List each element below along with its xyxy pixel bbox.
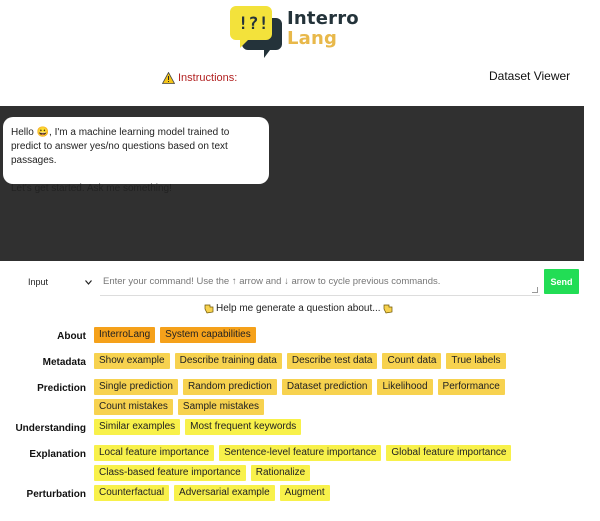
chip-count-data[interactable]: Count data: [382, 353, 442, 369]
chip-similar-examples[interactable]: Similar examples: [94, 419, 181, 435]
chat-window: Hello 😀, I'm a machine learning model tr…: [0, 106, 584, 261]
app-logo: !?! Interro Lang: [230, 4, 360, 60]
helper-text: Help me generate a question about...: [216, 303, 381, 314]
chip-adversarial-example[interactable]: Adversarial example: [174, 485, 275, 501]
bot-message: Hello 😀, I'm a machine learning model tr…: [3, 117, 269, 194]
warning-icon: [162, 72, 175, 84]
chip-sample-mistakes[interactable]: Sample mistakes: [177, 399, 265, 415]
logo-line-1: Interro: [287, 8, 359, 29]
chip-performance[interactable]: Performance: [437, 379, 505, 395]
chip-list: InterroLang System capabilities: [94, 327, 534, 343]
question-generator-link[interactable]: Help me generate a question about...: [204, 303, 393, 314]
mode-select-value: Input: [28, 277, 49, 287]
chip-augment[interactable]: Augment: [279, 485, 330, 501]
chip-list: Counterfactual Adversarial example Augme…: [94, 485, 534, 501]
category-label: Metadata: [42, 357, 86, 368]
logo-text: Interro Lang: [287, 10, 359, 48]
chip-rationalize[interactable]: Rationalize: [250, 465, 311, 481]
chip-true-labels[interactable]: True labels: [446, 353, 506, 369]
category-label: Perturbation: [26, 489, 86, 500]
send-button[interactable]: Send: [544, 269, 579, 294]
chip-list: Similar examples Most frequent keywords: [94, 419, 534, 435]
chip-sentence-level-feature-importance[interactable]: Sentence-level feature importance: [219, 445, 382, 461]
mode-select[interactable]: Input: [28, 275, 92, 289]
command-input-placeholder: Enter your command! Use the ↑ arrow and …: [103, 276, 441, 287]
category-label: Understanding: [15, 423, 86, 434]
chip-interrolang[interactable]: InterroLang: [94, 327, 156, 343]
chip-counterfactual[interactable]: Counterfactual: [94, 485, 170, 501]
chip-class-based-feature-importance[interactable]: Class-based feature importance: [94, 465, 246, 481]
logo-line-2: Lang: [287, 28, 338, 49]
chip-list: Local feature importance Sentence-level …: [94, 445, 534, 481]
chip-dataset-prediction[interactable]: Dataset prediction: [281, 379, 373, 395]
category-label: About: [57, 331, 86, 342]
chip-show-example[interactable]: Show example: [94, 353, 170, 369]
chip-most-frequent-keywords[interactable]: Most frequent keywords: [185, 419, 302, 435]
chip-random-prediction[interactable]: Random prediction: [182, 379, 277, 395]
chip-describe-test-data[interactable]: Describe test data: [286, 353, 378, 369]
chip-count-mistakes[interactable]: Count mistakes: [94, 399, 173, 415]
bot-message-line-1: Hello 😀, I'm a machine learning model tr…: [11, 127, 230, 166]
chip-likelihood[interactable]: Likelihood: [377, 379, 433, 395]
chip-local-feature-importance[interactable]: Local feature importance: [94, 445, 215, 461]
dataset-viewer-link[interactable]: Dataset Viewer: [489, 69, 570, 83]
chevron-down-icon: [85, 279, 92, 285]
pointing-hand-icon: [204, 304, 214, 314]
instructions-label: Instructions:: [178, 72, 238, 84]
resize-grip-icon[interactable]: [532, 287, 538, 293]
input-row: Input Enter your command! Use the ↑ arro…: [0, 266, 584, 296]
chip-describe-training-data[interactable]: Describe training data: [174, 353, 282, 369]
chip-system-capabilities[interactable]: System capabilities: [160, 327, 256, 343]
command-input[interactable]: Enter your command! Use the ↑ arrow and …: [100, 270, 540, 296]
chip-global-feature-importance[interactable]: Global feature importance: [386, 445, 512, 461]
logo-mark: !?!: [238, 14, 269, 34]
chip-list: Show example Describe training data Desc…: [94, 353, 534, 369]
instructions-link[interactable]: Instructions:: [162, 72, 237, 84]
category-label: Explanation: [29, 449, 86, 460]
chip-list: Single prediction Random prediction Data…: [94, 379, 524, 415]
pointing-hand-icon: [383, 304, 392, 314]
chip-single-prediction[interactable]: Single prediction: [94, 379, 178, 395]
category-label: Prediction: [37, 383, 86, 394]
bot-message-line-2: Let's get started. Ask me something!: [11, 183, 172, 194]
